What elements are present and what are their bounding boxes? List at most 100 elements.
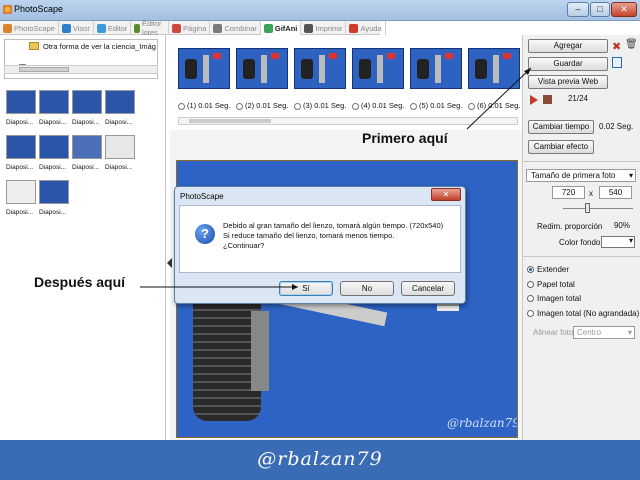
height-field[interactable]: 540 (599, 186, 632, 199)
animation-frame[interactable] (410, 48, 462, 89)
chevron-down-icon: ▾ (628, 171, 633, 180)
slide-thumbnail-label: Diaposi... (72, 164, 100, 171)
size-slider-track[interactable] (563, 208, 633, 209)
cancel-button[interactable]: Cancelar (401, 281, 455, 296)
frame-label[interactable]: (3) 0.01 Seg. (294, 101, 346, 110)
minimize-button[interactable]: – (567, 2, 589, 17)
frame-strip-scrollbar[interactable] (178, 117, 518, 125)
add-button[interactable]: Agregar (528, 39, 608, 53)
play-icon[interactable] (530, 95, 538, 107)
change-time-button[interactable]: Cambiar tiempo (528, 120, 594, 134)
slide-thumbnail[interactable] (105, 90, 135, 114)
slide-thumbnail-label: Diaposi... (72, 119, 100, 126)
right-panel: Agregar ✖ 🗑 Guardar Vista previa Web 21/… (522, 35, 640, 440)
frame-play-icon[interactable] (468, 102, 475, 110)
tab-editor[interactable]: Editor (94, 21, 132, 35)
frame-play-icon[interactable] (294, 102, 301, 110)
tab-photoscape[interactable]: PhotoScape (0, 21, 59, 35)
fit-mode-label[interactable]: Extender (537, 265, 569, 274)
tab-ayuda[interactable]: Ayuda (346, 21, 386, 35)
delete-icon[interactable]: ✖ (612, 40, 621, 53)
frame-strut-image (203, 55, 209, 83)
tab-combinar[interactable]: Combinar (210, 21, 261, 35)
fit-mode-radio[interactable] (527, 280, 534, 288)
frame-strip-scroll-thumb[interactable] (189, 119, 271, 123)
align-select[interactable]: Centro ▾ (573, 326, 635, 339)
frame-label[interactable]: (1) 0.01 Seg. (178, 101, 230, 110)
slide-thumbnail[interactable] (72, 90, 102, 114)
animation-frame[interactable] (236, 48, 288, 89)
no-button[interactable]: No (340, 281, 394, 296)
frame-marker-image (329, 53, 337, 59)
frame-marker-image (213, 53, 221, 59)
frame-label[interactable]: (6) 0.01 Seg. (468, 101, 520, 110)
tab-editor-lotes[interactable]: Editor lotes (131, 19, 170, 37)
question-icon: ? (195, 224, 215, 244)
frame-label[interactable]: (2) 0.01 Seg. (236, 101, 288, 110)
fit-mode-label[interactable]: Papel total (537, 280, 575, 289)
frame-play-icon[interactable] (236, 102, 243, 110)
slide-thumbnail[interactable] (39, 90, 69, 114)
animation-frame[interactable] (294, 48, 346, 89)
help-icon (349, 23, 359, 33)
bg-color-picker[interactable]: ▾ (601, 236, 635, 248)
tab-label: Imprimir (315, 23, 343, 33)
frame-counter: 21/24 (567, 94, 589, 103)
animation-frame[interactable] (468, 48, 520, 89)
slide-thumbnail[interactable] (6, 90, 36, 114)
frame-label[interactable]: (4) 0.01 Seg. (352, 101, 404, 110)
slide-thumbnail[interactable] (105, 135, 135, 159)
fit-mode-radio[interactable] (527, 266, 534, 273)
frame-play-icon[interactable] (178, 102, 185, 110)
frame-marker-image (503, 53, 511, 59)
maximize-button[interactable]: □ (590, 2, 610, 17)
tree-folder-label[interactable]: Otra forma de ver la ciencia_Imág (43, 42, 157, 51)
tab-bar: PhotoScape Visor Editor Editor lotes Página C… (0, 19, 386, 37)
tab-gifani[interactable]: GifAni (260, 21, 302, 35)
frame-play-icon[interactable] (352, 102, 359, 110)
animation-frame[interactable] (352, 48, 404, 89)
print-icon (304, 23, 314, 33)
animation-frame[interactable] (178, 48, 230, 89)
resize-value[interactable]: 90% (609, 220, 635, 233)
slide-thumbnail[interactable] (72, 135, 102, 159)
slide-thumbnail[interactable] (39, 180, 69, 204)
change-effect-button[interactable]: Cambiar efecto (528, 140, 594, 154)
slide-thumbnail-label: Diaposi... (39, 209, 67, 216)
save-button[interactable]: Guardar (528, 57, 608, 71)
fit-mode-radio[interactable] (527, 309, 534, 317)
dialog-close-button[interactable]: ✕ (431, 188, 461, 201)
list-icon[interactable] (612, 57, 622, 68)
slide-thumbnail[interactable] (6, 180, 36, 204)
collapse-arrow-icon[interactable] (167, 258, 173, 268)
stop-icon[interactable] (543, 95, 552, 104)
time-value: 0.02 Seg. (599, 122, 634, 131)
slide-thumbnail-label: Diaposi... (105, 164, 133, 171)
web-preview-button[interactable]: Vista previa Web (528, 75, 608, 89)
tree-scroll-thumb[interactable] (19, 67, 69, 72)
annotation-first: Primero aquí (362, 130, 448, 146)
slide-thumbnail-label: Diaposi... (6, 119, 34, 126)
frame-label[interactable]: (5) 0.01 Seg. (410, 101, 462, 110)
combine-icon (213, 23, 223, 33)
tree-horizontal-scrollbar[interactable] (4, 65, 158, 74)
tab-página[interactable]: Página (169, 21, 211, 35)
dimension-separator: x (589, 189, 593, 198)
frame-play-icon[interactable] (410, 102, 417, 110)
trash-icon[interactable]: 🗑 (625, 39, 638, 50)
fit-mode-label[interactable]: Imagen total (No agrandada) (537, 309, 639, 318)
fit-mode-radio[interactable] (527, 295, 534, 302)
close-button[interactable]: ✕ (611, 2, 637, 17)
size-slider-thumb[interactable] (585, 203, 590, 213)
size-mode-select[interactable]: Tamaño de primera foto ▾ (526, 169, 636, 182)
fit-mode-label[interactable]: Imagen total (537, 294, 581, 303)
tab-imprimir[interactable]: Imprimir (301, 21, 347, 35)
yes-button[interactable]: Sí (279, 281, 333, 296)
tab-visor[interactable]: Visor (59, 21, 94, 35)
slide-thumbnail[interactable] (6, 135, 36, 159)
slide-thumbnail-label: Diaposi... (6, 209, 34, 216)
align-label: Alinear foto (533, 328, 574, 337)
preview-watermark: @rbalzan79 (447, 416, 518, 430)
slide-thumbnail[interactable] (39, 135, 69, 159)
width-field[interactable]: 720 (552, 186, 585, 199)
